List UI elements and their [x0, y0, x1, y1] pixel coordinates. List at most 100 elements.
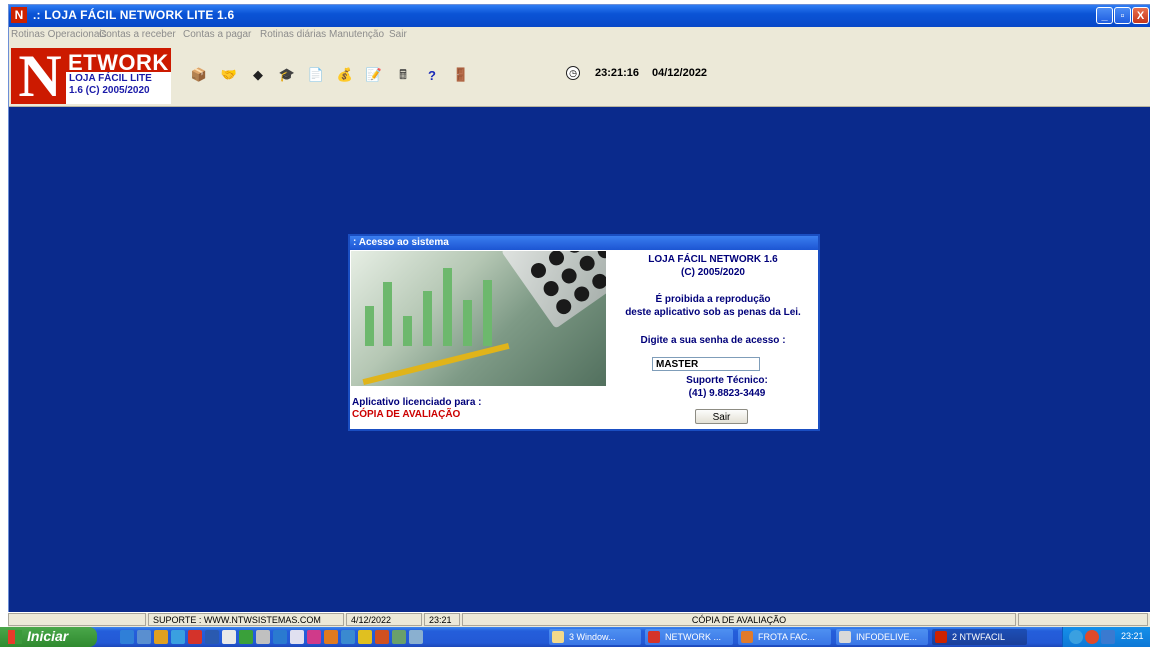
status-empty-panel: [8, 613, 146, 626]
system-tray: 23:21: [1062, 627, 1150, 647]
calculator-key: [540, 278, 562, 300]
login-dialog: : Acesso ao sistema LOJA FÁCIL NETWORK 1…: [348, 234, 820, 431]
filezilla-task-icon: [648, 631, 660, 643]
dialog-warning-line2: deste aplicativo sob as penas da Lei.: [625, 307, 801, 318]
quicklaunch-icon[interactable]: [409, 630, 423, 644]
tray-clock: 23:21: [1121, 631, 1144, 641]
menu-sair[interactable]: Sair: [389, 29, 407, 40]
app-task-icon: [839, 631, 851, 643]
ie-icon[interactable]: [120, 630, 134, 644]
dialog-copyright: (C) 2005/2020: [681, 267, 745, 278]
menu-bar: Rotinas Operacionais Contas a receber Co…: [9, 27, 1150, 44]
filezilla-icon[interactable]: [188, 630, 202, 644]
close-button[interactable]: X: [1132, 7, 1149, 24]
pencil-graphic: [362, 342, 510, 386]
quicklaunch-icon[interactable]: [256, 630, 270, 644]
menu-contas-a-pagar[interactable]: Contas a pagar: [183, 29, 251, 40]
calculator-graphic: [501, 251, 606, 329]
quicklaunch-icon[interactable]: [307, 630, 321, 644]
copy-document-icon[interactable]: 📄: [307, 68, 325, 84]
network-tray-icon[interactable]: [1101, 630, 1115, 644]
dialog-product-name: LOJA FÁCIL NETWORK 1.6: [648, 254, 778, 265]
handshake-icon[interactable]: 🤝: [220, 68, 238, 84]
dialog-warning-line1: É proibida a reprodução: [655, 294, 771, 305]
illustration-bar: [483, 280, 492, 346]
quicklaunch-icon[interactable]: [341, 630, 355, 644]
toolbar: N ETWORK LOJA FÁCIL LITE 1.6 (C) 2005/20…: [9, 44, 1150, 107]
maximize-button[interactable]: ▫: [1114, 7, 1131, 24]
calculator-key: [589, 270, 606, 292]
logo-version: 1.6 (C) 2005/2020: [69, 85, 150, 96]
diamond-icon[interactable]: ◆: [249, 68, 267, 84]
quicklaunch-icon[interactable]: [205, 630, 219, 644]
money-bag-icon[interactable]: 💰: [336, 68, 354, 84]
app-task-icon: [741, 631, 753, 643]
start-button[interactable]: Iniciar: [0, 627, 97, 647]
licensed-label: Aplicativo licenciado para :: [352, 397, 482, 408]
clock-date: 04/12/2022: [652, 67, 708, 79]
support-label: Suporte Técnico:: [686, 375, 768, 386]
network-task-icon: [935, 631, 947, 643]
windows-logo-icon: [8, 630, 22, 644]
quicklaunch-icon[interactable]: [273, 630, 287, 644]
clock-icon: ◷: [566, 66, 580, 80]
calculator-key: [576, 252, 598, 274]
logo-letter: N: [18, 43, 62, 109]
app-window: N .: LOJA FÁCIL NETWORK LITE 1.6 _ ▫ X R…: [8, 4, 1150, 629]
quicklaunch-icon[interactable]: [239, 630, 253, 644]
app-n-icon[interactable]: N: [11, 7, 27, 23]
illustration-bar: [383, 282, 392, 346]
menu-contas-a-receber[interactable]: Contas a receber: [99, 29, 176, 40]
calculator-key: [571, 283, 593, 305]
help-icon[interactable]: ?: [423, 68, 441, 84]
quicklaunch-icon[interactable]: [358, 630, 372, 644]
password-label: Digite a sua senha de acesso :: [640, 335, 786, 346]
illustration-bar: [365, 306, 374, 346]
window-title: .: LOJA FÁCIL NETWORK LITE 1.6: [33, 8, 235, 22]
notepad-icon[interactable]: 📝: [365, 68, 383, 84]
illustration-bar: [463, 300, 472, 346]
status-support: SUPORTE : WWW.NTWSISTEMAS.COM: [148, 613, 344, 626]
antivirus-icon[interactable]: [1085, 630, 1099, 644]
dialog-title-bar[interactable]: : Acesso ao sistema: [350, 236, 818, 250]
illustration-bar: [403, 316, 412, 346]
calculator-key: [558, 265, 580, 287]
menu-rotinas-operacionais[interactable]: Rotinas Operacionais: [11, 29, 107, 40]
network-logo: N ETWORK LOJA FÁCIL LITE 1.6 (C) 2005/20…: [11, 43, 171, 109]
cash-register-icon[interactable]: 🖩: [394, 68, 412, 84]
support-phone: (41) 9.8823-3449: [688, 388, 766, 399]
folder-icon: [552, 631, 564, 643]
dialog-title: : Acesso ao sistema: [353, 237, 449, 248]
quicklaunch-icon[interactable]: [290, 630, 304, 644]
exit-button[interactable]: Sair: [695, 409, 748, 424]
password-input[interactable]: MASTER: [652, 357, 760, 371]
status-date: 4/12/2022: [346, 613, 422, 626]
title-bar[interactable]: N .: LOJA FÁCIL NETWORK LITE 1.6 _ ▫ X: [9, 5, 1150, 27]
box-icon[interactable]: 📦: [190, 68, 208, 84]
status-license: CÓPIA DE AVALIAÇÃO: [462, 613, 1016, 626]
calculator-key: [553, 296, 575, 318]
quicklaunch-icon[interactable]: [222, 630, 236, 644]
status-bar: SUPORTE : WWW.NTWSISTEMAS.COM 4/12/2022 …: [8, 612, 1150, 628]
quicklaunch-icon[interactable]: [392, 630, 406, 644]
desktop-icon[interactable]: [137, 630, 151, 644]
quicklaunch-icon[interactable]: [324, 630, 338, 644]
calculator-key: [594, 251, 606, 262]
quicklaunch-icon[interactable]: [171, 630, 185, 644]
illustration-bar: [443, 268, 452, 346]
start-label: Iniciar: [27, 628, 69, 644]
licensed-value: CÓPIA DE AVALIAÇÃO: [352, 409, 461, 420]
exit-door-icon[interactable]: 🚪: [452, 68, 470, 84]
status-empty-panel-right: [1018, 613, 1148, 626]
tray-icon[interactable]: [1069, 630, 1083, 644]
minimize-button[interactable]: _: [1096, 7, 1113, 24]
menu-rotinas-diarias[interactable]: Rotinas diárias: [260, 29, 326, 40]
graduation-cap-icon[interactable]: 🎓: [278, 68, 296, 84]
logo-product-name: LOJA FÁCIL LITE: [69, 73, 152, 84]
clock-time: 23:21:16: [595, 67, 640, 79]
status-time: 23:21: [424, 613, 460, 626]
quicklaunch-icon[interactable]: [154, 630, 168, 644]
menu-manutencao[interactable]: Manutenção: [329, 29, 384, 40]
finance-illustration: [351, 251, 606, 386]
quicklaunch-icon[interactable]: [375, 630, 389, 644]
